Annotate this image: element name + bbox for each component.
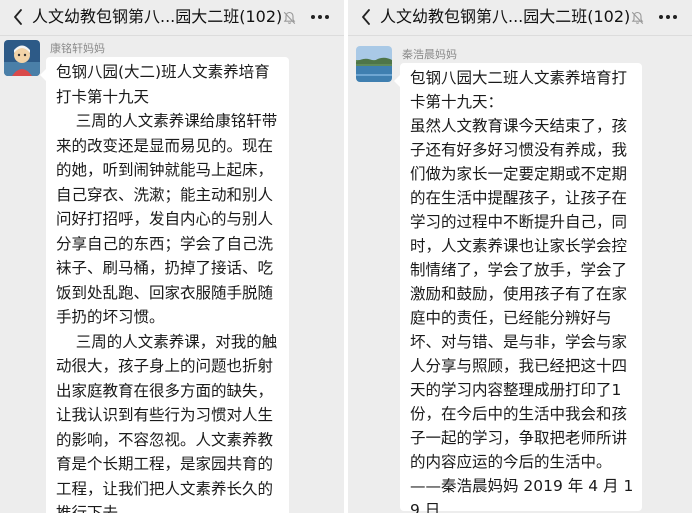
sender-name: 康铭轩妈妈 — [50, 42, 105, 55]
avatar[interactable] — [356, 46, 392, 82]
message-bubble[interactable]: 包钢八园(大二)班人文素养培育打卡第十九天 三周的人文素养课给康铭轩带来的改变还… — [40, 57, 289, 513]
chat-title: 人文幼教包钢第八...园大二班(102) — [32, 7, 282, 26]
back-arrow-icon[interactable] — [7, 6, 29, 28]
back-arrow-icon[interactable] — [355, 6, 377, 28]
more-icon[interactable] — [654, 5, 682, 29]
avatar[interactable] — [4, 40, 40, 76]
screenshot-collage: 人文幼教包钢第八...园大二班(102) 康铭轩妈妈 包钢八园(大二)班人文素养… — [0, 0, 692, 513]
more-icon[interactable] — [306, 5, 334, 29]
chat-header: 人文幼教包钢第八...园大二班(102) — [348, 0, 692, 36]
mute-bell-icon — [631, 10, 644, 24]
message-text: 包钢八园大二班人文素养培育打卡第十九天： 虽然人文教育课今天结束了，孩子还有好多… — [410, 69, 634, 513]
chat-title: 人文幼教包钢第八...园大二班(102) — [380, 7, 630, 26]
chat-panel-left: 人文幼教包钢第八...园大二班(102) 康铭轩妈妈 包钢八园(大二)班人文素养… — [0, 0, 344, 513]
message-text: 包钢八园(大二)班人文素养培育打卡第十九天 三周的人文素养课给康铭轩带来的改变还… — [56, 63, 278, 513]
sender-name: 秦浩晨妈妈 — [402, 48, 457, 61]
message-bubble[interactable]: 包钢八园大二班人文素养培育打卡第十九天： 虽然人文教育课今天结束了，孩子还有好多… — [394, 63, 642, 513]
mute-bell-icon — [283, 10, 296, 24]
chat-panel-right: 人文幼教包钢第八...园大二班(102) 秦浩晨妈妈 包钢八园大二班人文素养培育… — [348, 0, 692, 513]
chat-header: 人文幼教包钢第八...园大二班(102) — [0, 0, 344, 36]
